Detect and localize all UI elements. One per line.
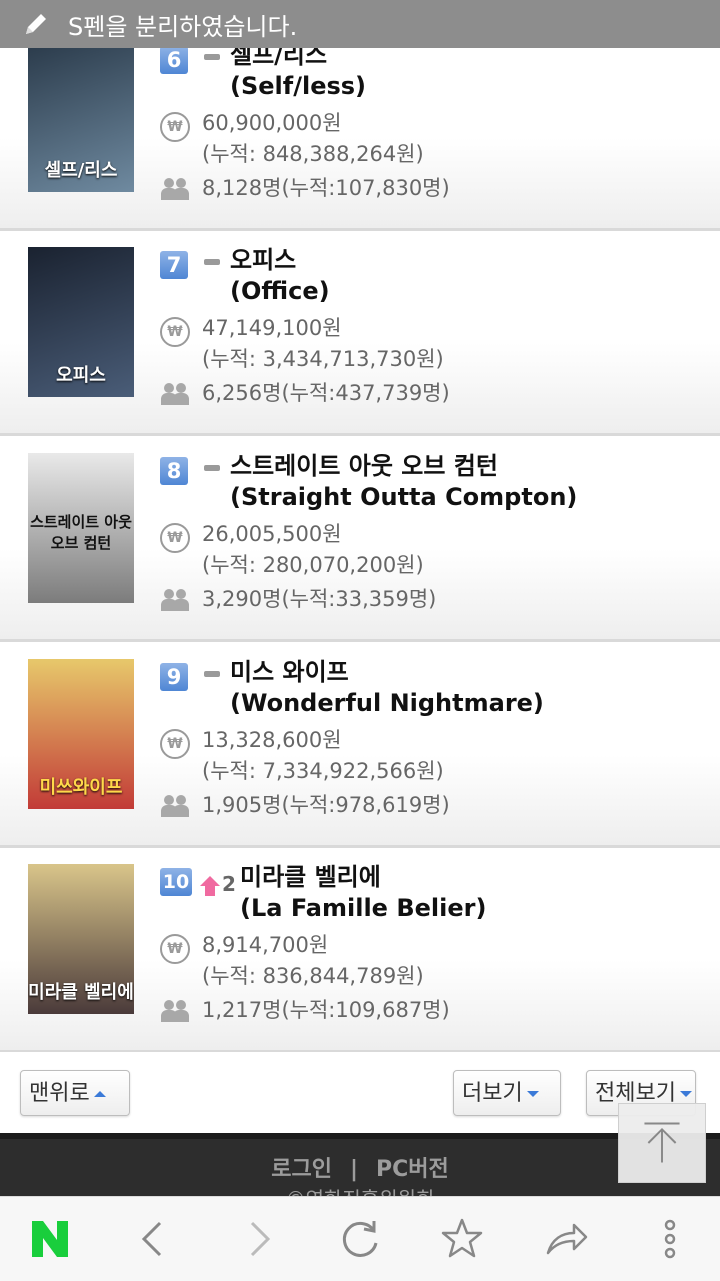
movie-row[interactable]: 스트레이트 아웃 오브 컴턴 8 스트레이트 아웃 오브 컴턴 (Straigh… <box>0 439 720 642</box>
sales-total: (누적: 7,334,922,566원) <box>202 759 444 783</box>
scroll-to-top-button[interactable] <box>618 1103 706 1183</box>
audience-count: 8,128명(누적:107,830명) <box>202 176 450 200</box>
rank-badge: 8 <box>160 457 188 485</box>
sales-amount: 8,914,700원 <box>202 933 329 957</box>
footer-separator: | <box>349 1157 359 1182</box>
bookmark-star-icon[interactable] <box>440 1217 484 1261</box>
audience-count: 1,217명(누적:109,687명) <box>202 998 450 1022</box>
movie-title-ko: 스트레이트 아웃 오브 컴턴 <box>230 452 498 480</box>
audience-icon <box>160 383 190 405</box>
movie-row[interactable]: 오피스 7 오피스 (Office) ₩ 47,149,100원 (누적: 3,… <box>0 233 720 436</box>
sales-total: (누적: 848,388,264원) <box>202 142 424 166</box>
login-link[interactable]: 로그인 <box>271 1157 332 1182</box>
movie-poster[interactable]: 미라클 벨리에 <box>28 864 134 1014</box>
rank-unchanged-icon <box>204 465 220 471</box>
movie-title-en: (Self/less) <box>230 72 367 100</box>
sales-info: 60,900,000원 (누적: 848,388,264원) <box>202 108 424 170</box>
footer-links: 로그인 | PC버전 <box>0 1151 720 1183</box>
more-icon[interactable] <box>648 1217 692 1261</box>
sales-amount: 13,328,600원 <box>202 728 342 752</box>
sales-info: 8,914,700원 (누적: 836,844,789원) <box>202 930 424 992</box>
movie-title-ko: 미스 와이프 <box>230 658 349 686</box>
movie-title[interactable]: 미스 와이프 (Wonderful Nightmare) <box>230 657 544 719</box>
rank-unchanged-icon <box>204 671 220 677</box>
rank-unchanged-icon <box>204 259 220 265</box>
rank-up-icon: 2 <box>200 872 236 900</box>
poster-title: 오피스 <box>56 365 106 386</box>
movie-title[interactable]: 미라클 벨리에 (La Famille Belier) <box>240 862 486 924</box>
sales-info: 47,149,100원 (누적: 3,434,713,730원) <box>202 313 444 375</box>
go-top-label: 맨위로 <box>29 1081 90 1106</box>
rank-badge: 7 <box>160 251 188 279</box>
audience-icon <box>160 1000 190 1022</box>
share-icon[interactable] <box>544 1217 588 1261</box>
poster-title: 미라클 벨리에 <box>28 982 134 1003</box>
pen-icon <box>26 14 46 34</box>
audience-count: 6,256명(누적:437,739명) <box>202 381 450 405</box>
poster-title: 셀프/리스 <box>44 160 118 181</box>
movie-poster[interactable]: 셀프/리스 <box>28 42 134 192</box>
movie-poster[interactable]: 미쓰와이프 <box>28 659 134 809</box>
more-button[interactable]: 더보기 <box>453 1070 561 1116</box>
won-icon: ₩ <box>160 934 190 964</box>
notification-text: S펜을 분리하였습니다. <box>68 12 298 41</box>
caret-down-icon <box>526 1091 539 1097</box>
notification-bar: S펜을 분리하였습니다. <box>0 0 720 48</box>
sales-total: (누적: 280,070,200원) <box>202 553 424 577</box>
sales-amount: 26,005,500원 <box>202 522 342 546</box>
browser-toolbar <box>0 1196 720 1281</box>
forward-icon[interactable] <box>236 1217 280 1261</box>
movie-poster[interactable]: 스트레이트 아웃 오브 컴턴 <box>28 453 134 603</box>
more-label: 더보기 <box>462 1081 523 1106</box>
movie-title-en: (Wonderful Nightmare) <box>230 689 544 717</box>
movie-title-ko: 미라클 벨리에 <box>240 863 381 891</box>
copyright: ©영화진흥위원회 <box>0 1183 720 1197</box>
caret-up-icon <box>93 1091 106 1097</box>
movie-title[interactable]: 오피스 (Office) <box>230 245 330 307</box>
movie-title-en: (Office) <box>230 277 330 305</box>
rank-change-value: 2 <box>222 872 236 896</box>
rank-badge: 6 <box>160 46 188 74</box>
won-icon: ₩ <box>160 317 190 347</box>
movie-title[interactable]: 스트레이트 아웃 오브 컴턴 (Straight Outta Compton) <box>230 451 577 513</box>
sales-total: (누적: 836,844,789원) <box>202 964 424 988</box>
won-icon: ₩ <box>160 112 190 142</box>
audience-count: 3,290명(누적:33,359명) <box>202 587 437 611</box>
audience-icon <box>160 589 190 611</box>
sales-total: (누적: 3,434,713,730원) <box>202 347 444 371</box>
rank-unchanged-icon <box>204 54 220 60</box>
refresh-icon[interactable] <box>338 1217 382 1261</box>
rank-badge: 10 <box>160 868 192 896</box>
sales-amount: 60,900,000원 <box>202 111 342 135</box>
movie-row[interactable]: 셀프/리스 6 셀프/리스 (Self/less) ₩ 60,900,000원 … <box>0 28 720 231</box>
audience-icon <box>160 178 190 200</box>
movie-row[interactable]: 미라클 벨리에 10 2 미라클 벨리에 (La Famille Belier)… <box>0 850 720 1053</box>
button-bar: 맨위로 더보기 전체보기 <box>0 1052 720 1132</box>
poster-title: 스트레이트 아웃 오브 컴턴 <box>30 513 132 552</box>
poster-title: 미쓰와이프 <box>39 777 123 798</box>
movie-row[interactable]: 미쓰와이프 9 미스 와이프 (Wonderful Nightmare) ₩ 1… <box>0 645 720 848</box>
movie-title-ko: 오피스 <box>230 246 297 274</box>
naver-home-icon[interactable] <box>28 1217 72 1261</box>
sales-info: 26,005,500원 (누적: 280,070,200원) <box>202 519 424 581</box>
movie-title[interactable]: 셀프/리스 (Self/less) <box>230 40 366 102</box>
footer: 로그인 | PC버전 ©영화진흥위원회 <box>0 1133 720 1197</box>
go-top-button[interactable]: 맨위로 <box>20 1070 130 1116</box>
movie-title-en: (La Famille Belier) <box>240 894 487 922</box>
back-icon[interactable] <box>132 1217 176 1261</box>
sales-amount: 47,149,100원 <box>202 316 342 340</box>
movie-title-en: (Straight Outta Compton) <box>230 483 578 511</box>
pc-version-link[interactable]: PC버전 <box>376 1157 449 1182</box>
sales-info: 13,328,600원 (누적: 7,334,922,566원) <box>202 725 444 787</box>
won-icon: ₩ <box>160 523 190 553</box>
movie-poster[interactable]: 오피스 <box>28 247 134 397</box>
rank-badge: 9 <box>160 663 188 691</box>
audience-count: 1,905명(누적:978,619명) <box>202 793 450 817</box>
won-icon: ₩ <box>160 729 190 759</box>
caret-down-icon <box>679 1091 692 1097</box>
arrow-up-icon <box>644 1122 680 1163</box>
audience-icon <box>160 795 190 817</box>
